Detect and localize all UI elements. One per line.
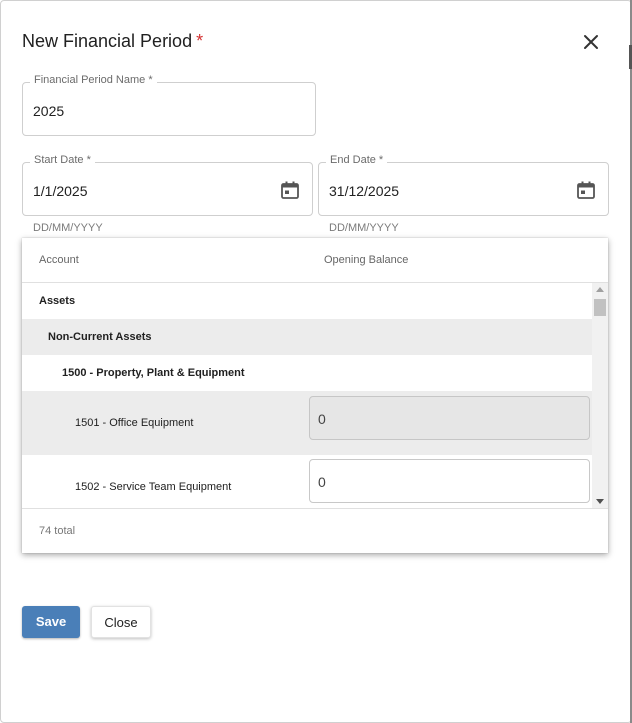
start-date-value[interactable]: 1/1/2025 bbox=[33, 183, 88, 199]
grid-header: Account Opening Balance bbox=[22, 238, 608, 283]
required-marker: * bbox=[196, 31, 204, 51]
financial-period-name-field[interactable]: Financial Period Name * 2025 bbox=[22, 74, 316, 136]
end-date-value[interactable]: 31/12/2025 bbox=[329, 183, 399, 199]
dialog-title-text: New Financial Period bbox=[22, 31, 193, 51]
row-account-label: Assets bbox=[39, 295, 76, 307]
start-date-label: Start Date * bbox=[30, 154, 95, 166]
total-count: 74 total bbox=[39, 525, 76, 537]
row-account-label: 1502 - Service Team Equipment bbox=[75, 481, 232, 493]
end-date-hint: DD/MM/YYYY bbox=[329, 222, 399, 234]
table-row[interactable]: 1501 - Office Equipment 0 bbox=[22, 391, 592, 455]
grid-scrollbar[interactable] bbox=[592, 283, 608, 508]
scroll-down-arrow-icon[interactable] bbox=[596, 499, 604, 504]
row-account-label: Non-Current Assets bbox=[48, 331, 152, 343]
financial-period-name-value[interactable]: 2025 bbox=[33, 103, 64, 119]
opening-balance-value[interactable]: 0 bbox=[318, 474, 326, 490]
table-row[interactable]: Non-Current Assets bbox=[22, 319, 592, 355]
close-button[interactable]: Close bbox=[91, 606, 151, 638]
table-row[interactable]: Assets bbox=[22, 283, 592, 319]
start-date-field[interactable]: Start Date * 1/1/2025 bbox=[22, 154, 313, 216]
row-account-label: 1500 - Property, Plant & Equipment bbox=[62, 367, 245, 379]
opening-balance-grid: Account Opening Balance Assets Non-Curre… bbox=[22, 238, 608, 553]
dialog-title: New Financial Period * bbox=[22, 31, 203, 52]
table-row[interactable]: 1502 - Service Team Equipment 0 bbox=[22, 455, 592, 508]
end-date-label: End Date * bbox=[326, 154, 388, 166]
opening-balance-value: 0 bbox=[318, 411, 326, 427]
opening-balance-input: 0 bbox=[309, 396, 590, 440]
new-financial-period-dialog: New Financial Period * Financial Period N… bbox=[0, 0, 632, 723]
column-header-account[interactable]: Account bbox=[39, 254, 79, 266]
row-account-label: 1501 - Office Equipment bbox=[75, 417, 194, 429]
scroll-up-arrow-icon[interactable] bbox=[596, 287, 604, 292]
calendar-icon[interactable] bbox=[280, 180, 300, 200]
scrollbar-thumb[interactable] bbox=[594, 299, 606, 316]
grid-body: Assets Non-Current Assets 1500 - Propert… bbox=[22, 283, 592, 508]
end-date-field[interactable]: End Date * 31/12/2025 bbox=[318, 154, 609, 216]
financial-period-name-label: Financial Period Name * bbox=[30, 74, 157, 86]
grid-footer: 74 total bbox=[22, 508, 608, 554]
column-header-opening-balance[interactable]: Opening Balance bbox=[324, 254, 408, 266]
close-icon bbox=[584, 35, 598, 49]
calendar-icon[interactable] bbox=[576, 180, 596, 200]
table-row[interactable]: 1500 - Property, Plant & Equipment bbox=[22, 355, 592, 391]
close-dialog-button[interactable] bbox=[577, 28, 605, 56]
start-date-hint: DD/MM/YYYY bbox=[33, 222, 103, 234]
save-button[interactable]: Save bbox=[22, 606, 80, 638]
opening-balance-input[interactable]: 0 bbox=[309, 459, 590, 503]
